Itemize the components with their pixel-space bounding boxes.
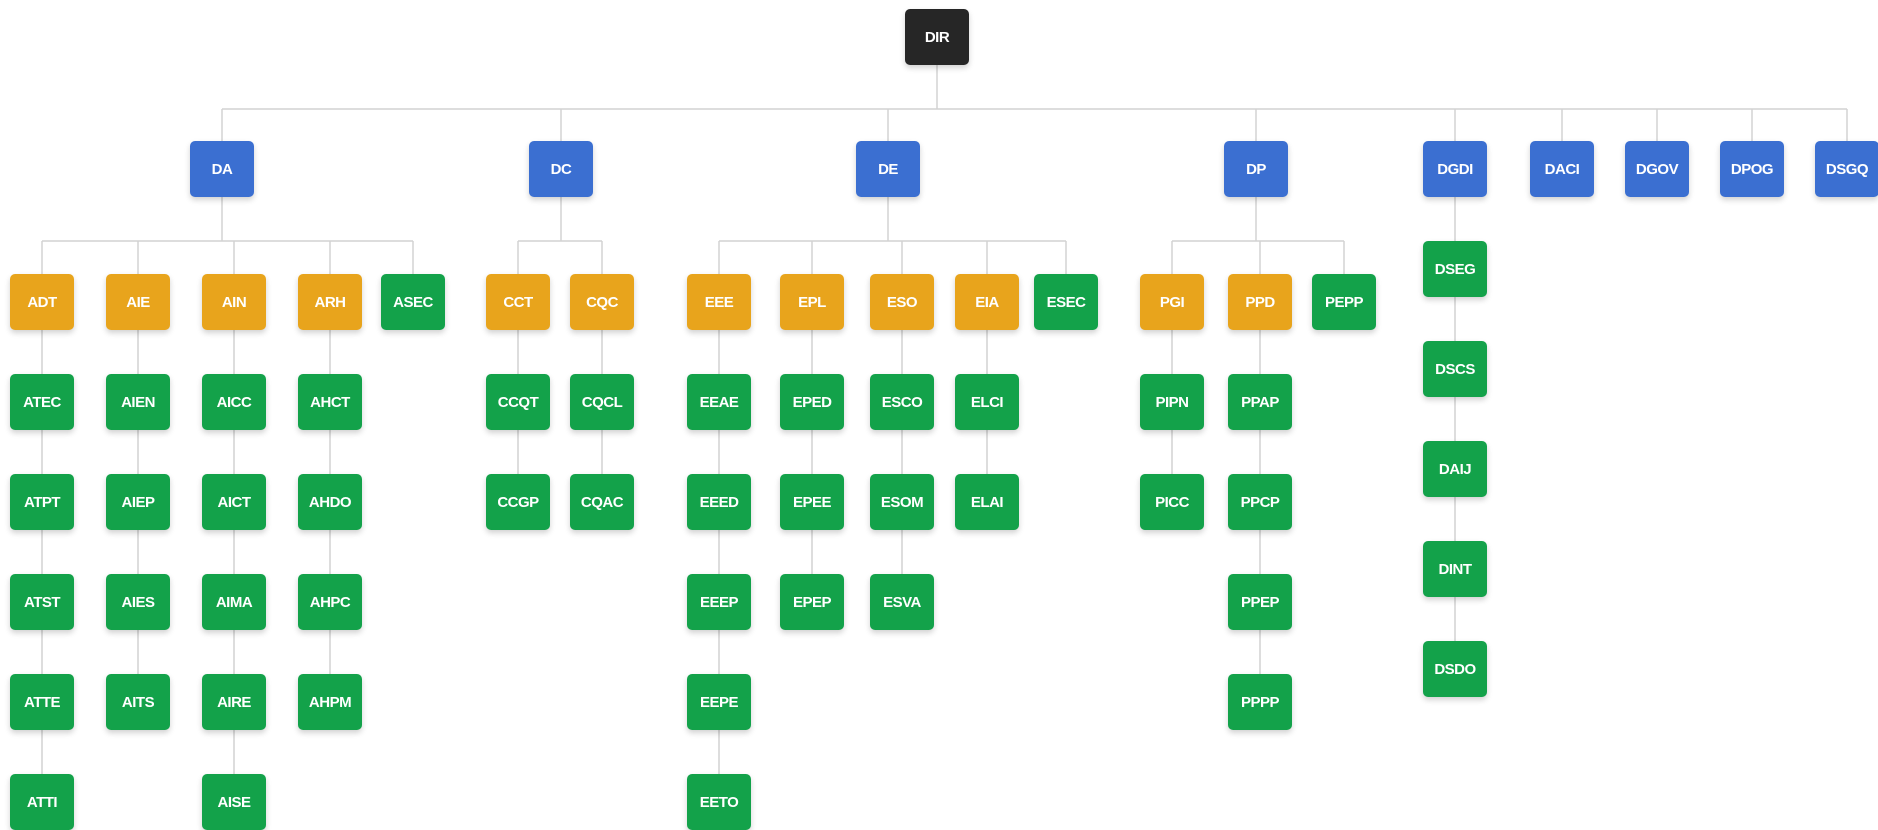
node-unit[interactable]: ASEC	[381, 274, 445, 330]
node-unit[interactable]: AITS	[106, 674, 170, 730]
node-unit[interactable]: AHPM	[298, 674, 362, 730]
node-unit[interactable]: AHDO	[298, 474, 362, 530]
node-unit[interactable]: DSCS	[1423, 341, 1487, 397]
node-unit[interactable]: ATEC	[10, 374, 74, 430]
node-unit[interactable]: PPEP	[1228, 574, 1292, 630]
node-unit[interactable]: PPPP	[1228, 674, 1292, 730]
node-unit[interactable]: ATST	[10, 574, 74, 630]
node-group[interactable]: ESO	[870, 274, 934, 330]
node-unit[interactable]: PIPN	[1140, 374, 1204, 430]
node-unit[interactable]: EPED	[780, 374, 844, 430]
node-unit[interactable]: ELCI	[955, 374, 1019, 430]
node-group[interactable]: CCT	[486, 274, 550, 330]
node-group[interactable]: ARH	[298, 274, 362, 330]
node-group[interactable]: EPL	[780, 274, 844, 330]
node-division[interactable]: DGOV	[1625, 141, 1689, 197]
node-unit[interactable]: CQAC	[570, 474, 634, 530]
node-division[interactable]: DACI	[1530, 141, 1594, 197]
node-unit[interactable]: AIES	[106, 574, 170, 630]
node-division[interactable]: DC	[529, 141, 593, 197]
node-group[interactable]: EIA	[955, 274, 1019, 330]
node-unit[interactable]: AHPC	[298, 574, 362, 630]
connector-lines	[41, 65, 1848, 802]
node-unit[interactable]: PPCP	[1228, 474, 1292, 530]
node-unit[interactable]: EETO	[687, 774, 751, 830]
node-division[interactable]: DPOG	[1720, 141, 1784, 197]
node-unit[interactable]: AIMA	[202, 574, 266, 630]
node-unit[interactable]: AIEN	[106, 374, 170, 430]
node-unit[interactable]: ATPT	[10, 474, 74, 530]
node-unit[interactable]: AICC	[202, 374, 266, 430]
node-unit[interactable]: ESCO	[870, 374, 934, 430]
node-unit[interactable]: EEEP	[687, 574, 751, 630]
node-group[interactable]: ADT	[10, 274, 74, 330]
node-unit[interactable]: AIEP	[106, 474, 170, 530]
node-unit[interactable]: AIRE	[202, 674, 266, 730]
node-unit[interactable]: PEPP	[1312, 274, 1376, 330]
node-group[interactable]: AIE	[106, 274, 170, 330]
node-unit[interactable]: PPAP	[1228, 374, 1292, 430]
node-root[interactable]: DIR	[905, 9, 969, 65]
node-unit[interactable]: ESOM	[870, 474, 934, 530]
node-group[interactable]: CQC	[570, 274, 634, 330]
node-group[interactable]: EEE	[687, 274, 751, 330]
node-unit[interactable]: CQCL	[570, 374, 634, 430]
node-division[interactable]: DA	[190, 141, 254, 197]
node-unit[interactable]: ATTE	[10, 674, 74, 730]
node-unit[interactable]: PICC	[1140, 474, 1204, 530]
org-chart: DIR DA ADT ATEC ATPT ATST ATTE ATTI AIE AIEN AIEP A…	[0, 0, 1878, 830]
node-unit[interactable]: AHCT	[298, 374, 362, 430]
node-unit[interactable]: AICT	[202, 474, 266, 530]
node-division[interactable]: DE	[856, 141, 920, 197]
node-group[interactable]: PGI	[1140, 274, 1204, 330]
node-unit[interactable]: EEPE	[687, 674, 751, 730]
node-group[interactable]: AIN	[202, 274, 266, 330]
node-unit[interactable]: ESEC	[1034, 274, 1098, 330]
node-unit[interactable]: CCQT	[486, 374, 550, 430]
node-division[interactable]: DGDI	[1423, 141, 1487, 197]
node-unit[interactable]: DAIJ	[1423, 441, 1487, 497]
node-unit[interactable]: EEAE	[687, 374, 751, 430]
node-unit[interactable]: DSEG	[1423, 241, 1487, 297]
node-unit[interactable]: ELAI	[955, 474, 1019, 530]
node-unit[interactable]: ATTI	[10, 774, 74, 830]
node-unit[interactable]: DINT	[1423, 541, 1487, 597]
node-group[interactable]: PPD	[1228, 274, 1292, 330]
node-unit[interactable]: DSDO	[1423, 641, 1487, 697]
node-unit[interactable]: EPEP	[780, 574, 844, 630]
node-unit[interactable]: EEED	[687, 474, 751, 530]
node-unit[interactable]: EPEE	[780, 474, 844, 530]
node-division[interactable]: DSGQ	[1815, 141, 1878, 197]
node-unit[interactable]: AISE	[202, 774, 266, 830]
node-division[interactable]: DP	[1224, 141, 1288, 197]
node-unit[interactable]: CCGP	[486, 474, 550, 530]
node-unit[interactable]: ESVA	[870, 574, 934, 630]
